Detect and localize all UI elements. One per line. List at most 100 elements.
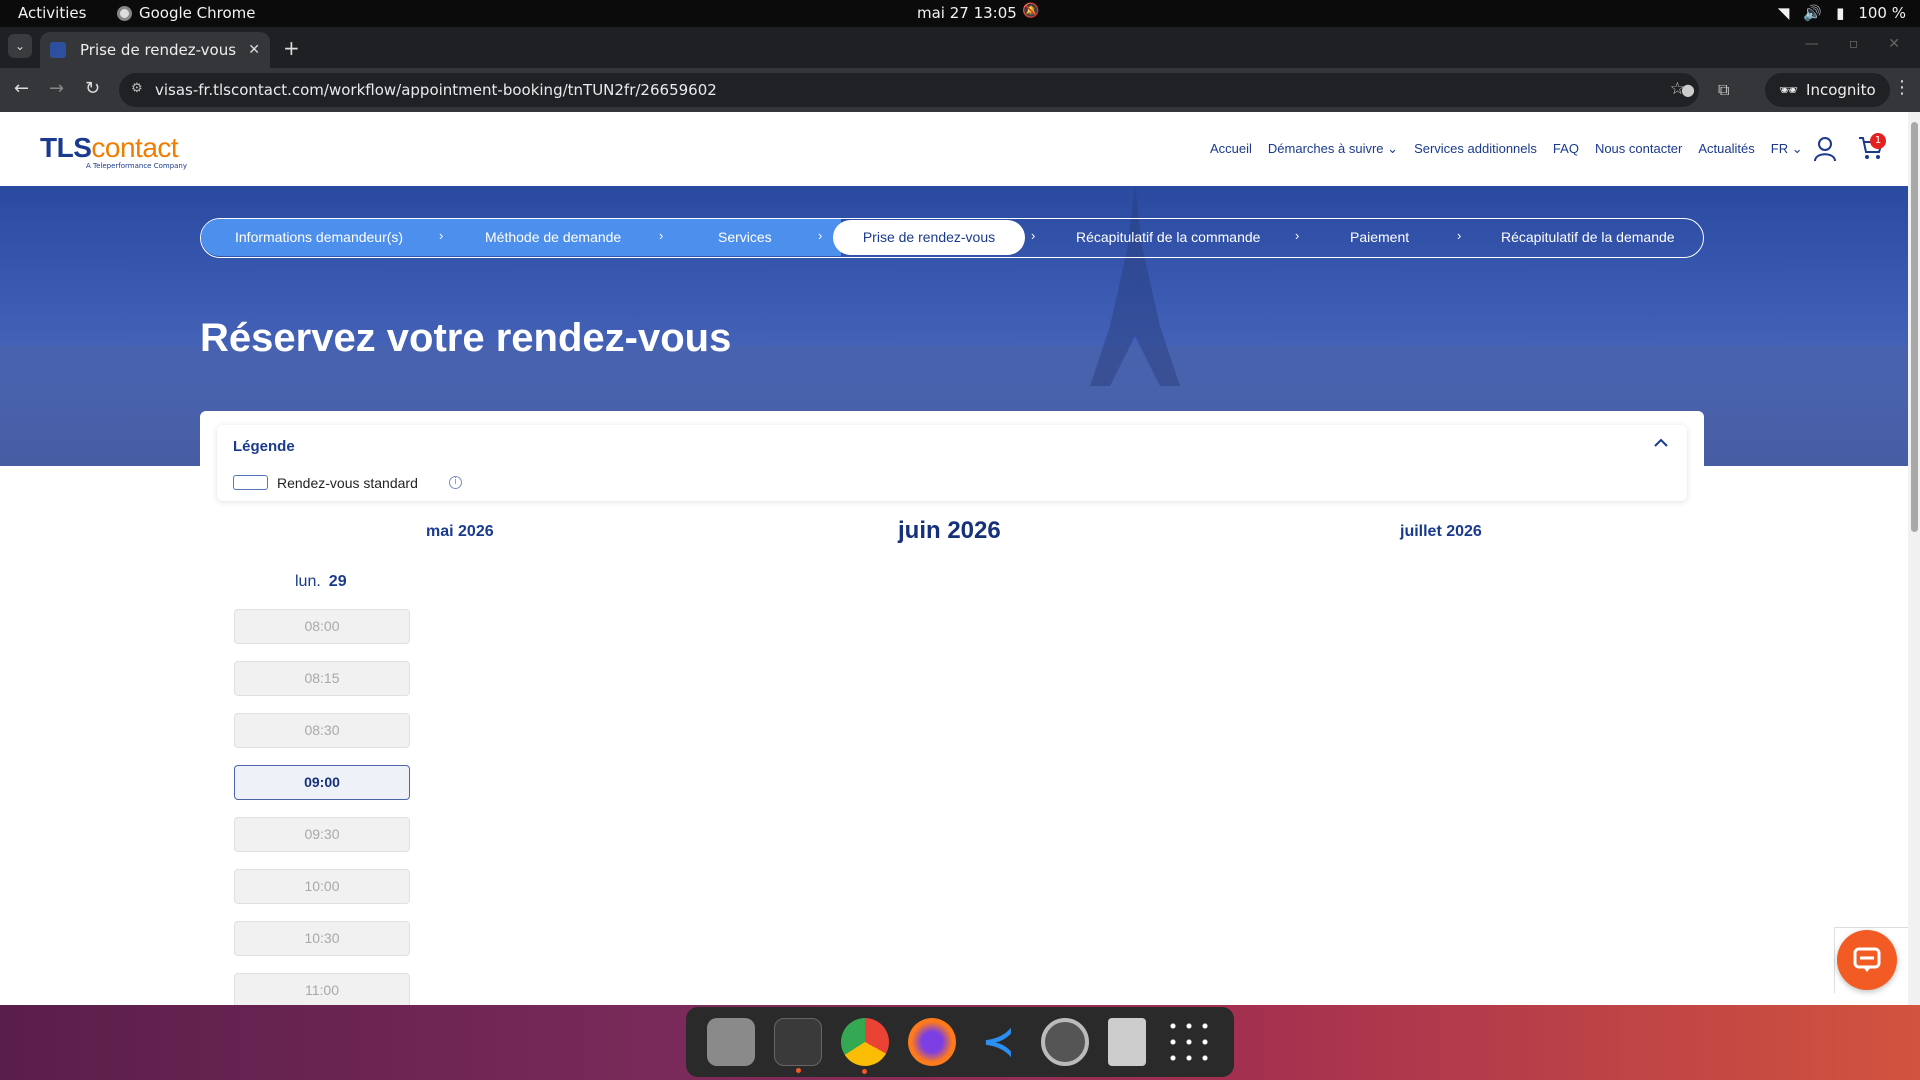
nav-demarches[interactable]: Démarches à suivre ⌄ [1268,141,1398,157]
chevron-right-icon: › [439,228,444,243]
chevron-down-icon: ⌄ [1387,141,1399,156]
page-title: Réservez votre rendez-vous [200,316,732,360]
nav-services-additionnels[interactable]: Services additionnels [1414,141,1537,157]
nav-nous-contacter[interactable]: Nous contacter [1595,141,1682,157]
extension-icon[interactable]: ● [1681,80,1695,99]
next-month-link[interactable]: juillet 2026 [1400,523,1482,541]
app-name: Google Chrome [139,4,256,22]
trash-icon[interactable] [1107,1018,1146,1066]
tab-search-button[interactable]: ⌄ [8,34,32,58]
time-slot-unavailable: 10:00 [234,869,410,904]
activities-button[interactable]: Activities [18,4,86,22]
notifications-off-icon: 🔕 [1022,3,1040,19]
incognito-icon: 🕶 [1779,81,1799,99]
system-status-area[interactable]: ◥ 🔊 ▮ 100 % [1778,4,1906,22]
step-prise-de-rendez-vous: Prise de rendez-vous [833,220,1025,255]
incognito-indicator[interactable]: 🕶 Incognito [1765,73,1890,107]
time-slot-unavailable: 09:30 [234,817,410,852]
nav-faq[interactable]: FAQ [1553,141,1579,157]
incognito-label: Incognito [1806,81,1876,99]
tlscontact-logo[interactable]: TLScontact A Teleperformance Company [40,132,187,170]
browser-toolbar: ← → ↻ ⚙ visas-fr.tlscontact.com/workflow… [0,68,1920,112]
close-window-icon[interactable]: ✕ [1888,36,1900,52]
day-number: 29 [328,573,347,590]
clock[interactable]: mai 27 13:05 [917,4,1017,22]
dock: ≺ [686,1007,1234,1077]
chevron-right-icon: › [1031,228,1036,243]
chevron-right-icon: › [818,228,823,243]
current-month: juin 2026 [898,517,1001,544]
reload-icon[interactable]: ↻ [85,78,100,99]
chevron-right-icon: › [659,228,664,243]
step-methode: Méthode de demande [485,229,622,245]
time-slot-available[interactable]: 09:00 [234,765,410,800]
user-account-icon[interactable] [1813,136,1837,162]
step-recapitulatif-demande: Récapitulatif de la demande [1501,229,1675,245]
day-header: lun. 29 [295,573,347,591]
nav-demarches-label: Démarches à suivre [1267,141,1384,156]
nav-actualites[interactable]: Actualités [1698,141,1754,157]
chevron-right-icon: › [1457,228,1462,243]
new-tab-button[interactable]: + [283,36,300,60]
time-slot-unavailable: 08:00 [234,609,410,644]
minimize-icon[interactable]: — [1805,36,1819,52]
time-slot-unavailable: 08:30 [234,713,410,748]
browser-tab[interactable]: Prise de rendez-vous | TL ✕ [40,32,270,68]
terminal-icon[interactable] [774,1018,823,1073]
tab-favicon-icon [50,42,66,58]
system-top-bar: Activities Google Chrome mai 27 13:05 🔕 … [0,0,1920,27]
site-header: TLScontact A Teleperformance Company Acc… [0,112,1908,186]
vscode-icon[interactable]: ≺ [974,1018,1023,1066]
battery-icon: ▮ [1836,4,1845,22]
language-selector[interactable]: FR ⌄ [1771,141,1803,157]
maximize-icon[interactable]: ▫ [1849,36,1859,52]
language-label: FR [1770,141,1789,156]
logo-contact: contact [91,132,179,163]
url-text: visas-fr.tlscontact.com/workflow/appoint… [155,81,717,99]
previous-month-link[interactable]: mai 2026 [426,523,494,541]
standard-slot-swatch [233,475,268,490]
browser-tab-strip: ⌄ Prise de rendez-vous | TL ✕ + — ▫ ✕ [0,27,1920,68]
chevron-down-icon: ⌄ [1791,141,1803,156]
battery-level: 100 % [1858,4,1906,22]
scrollbar-thumb[interactable] [1911,122,1918,532]
browser-menu-icon[interactable]: ⋮ [1893,77,1911,98]
main-navigation: Accueil Démarches à suivre ⌄ Services ad… [1210,141,1803,157]
app-menu[interactable]: Google Chrome [117,4,256,22]
chevron-up-icon[interactable] [1653,435,1669,451]
tab-title: Prise de rendez-vous | TL [80,41,242,59]
chrome-app-icon [117,5,132,21]
address-bar[interactable]: ⚙ visas-fr.tlscontact.com/workflow/appoi… [119,73,1699,107]
time-slot-unavailable: 08:15 [234,661,410,696]
forward-icon[interactable]: → [49,78,64,99]
time-slot-unavailable: 11:00 [234,973,410,1005]
chat-button[interactable] [1837,930,1897,990]
app-grid-icon[interactable] [1164,1018,1213,1066]
back-icon[interactable]: ← [14,78,29,99]
legend-item-label: Rendez-vous standard [277,475,418,491]
booking-card: Légende Rendez-vous standard i mai 2026 … [200,411,1704,1005]
extensions-puzzle-icon[interactable]: ⧉ [1718,80,1729,100]
files-icon[interactable] [707,1018,756,1066]
step-paiement: Paiement [1350,229,1410,245]
step-recapitulatif-commande: Récapitulatif de la commande [1076,229,1261,245]
running-indicator [861,1069,867,1074]
step-services: Services [718,229,772,245]
wifi-icon: ◥ [1777,4,1790,22]
running-indicator [796,1068,802,1073]
page-viewport: TLScontact A Teleperformance Company Acc… [0,112,1908,1005]
close-tab-icon[interactable]: ✕ [248,42,260,58]
firefox-icon[interactable] [907,1018,956,1066]
site-info-icon[interactable]: ⚙ [131,81,143,96]
chevron-right-icon: › [1295,228,1300,243]
booking-progress-steps: Informations demandeur(s) › Méthode de d… [200,218,1704,258]
legend-title: Légende [233,438,295,455]
nav-accueil[interactable]: Accueil [1210,141,1252,157]
settings-icon[interactable] [1041,1018,1090,1066]
step-informations: Informations demandeur(s) [235,229,404,245]
page-scrollbar[interactable] [1908,112,1920,1005]
cart-count-badge: 1 [1870,133,1886,149]
logo-tls: TLS [40,132,92,163]
chrome-icon[interactable] [840,1018,889,1074]
info-icon[interactable]: i [449,476,462,489]
